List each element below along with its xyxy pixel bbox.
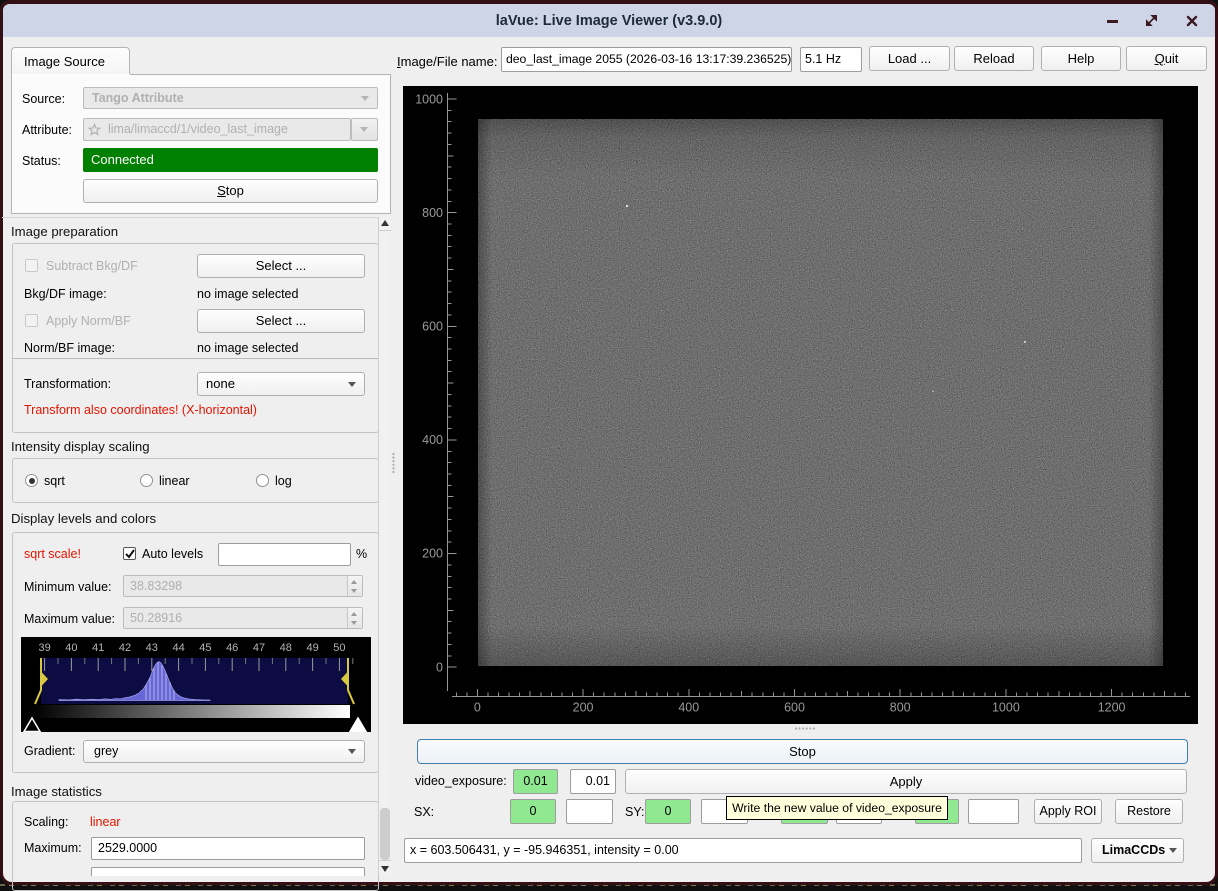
svg-text:41: 41 [92,642,104,654]
svg-text:40: 40 [65,642,77,654]
svg-text:400: 400 [422,433,443,447]
svg-text:800: 800 [890,701,911,715]
svg-text:200: 200 [422,547,443,561]
svg-text:39: 39 [38,642,50,654]
svg-text:0: 0 [436,661,443,675]
svg-text:44: 44 [172,642,184,654]
svg-text:1000: 1000 [992,701,1020,715]
svg-text:45: 45 [199,642,211,654]
svg-text:50: 50 [333,642,345,654]
svg-text:1000: 1000 [415,93,443,107]
svg-text:42: 42 [119,642,131,654]
svg-text:43: 43 [146,642,158,654]
svg-text:600: 600 [784,701,805,715]
svg-text:0: 0 [474,701,481,715]
svg-text:1200: 1200 [1098,701,1126,715]
svg-text:200: 200 [573,701,594,715]
svg-text:400: 400 [678,701,699,715]
svg-text:47: 47 [253,642,265,654]
svg-text:800: 800 [422,206,443,220]
svg-text:600: 600 [422,320,443,334]
svg-text:48: 48 [280,642,292,654]
svg-text:46: 46 [226,642,238,654]
svg-text:49: 49 [306,642,318,654]
